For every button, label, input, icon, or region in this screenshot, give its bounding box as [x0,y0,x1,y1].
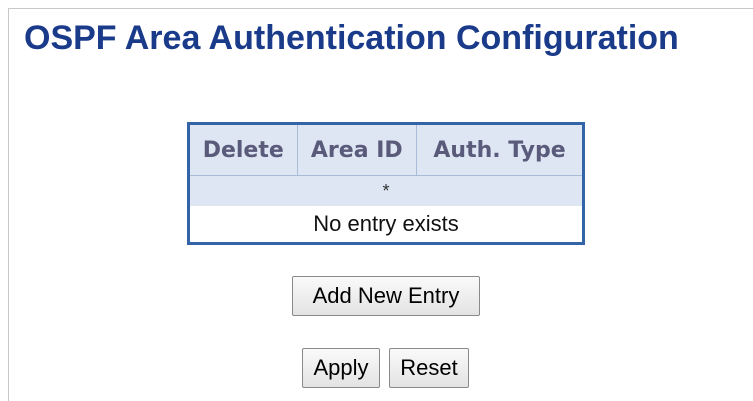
filter-marker: * [188,175,584,206]
area-auth-table: Delete Area ID Auth. Type * No entry exi… [187,122,585,245]
empty-message: No entry exists [188,206,584,244]
page-title: OSPF Area Authentication Configuration [24,19,679,57]
column-header-area-id: Area ID [296,123,418,176]
table-empty-row: No entry exists [188,206,584,244]
add-new-entry-button[interactable]: Add New Entry [292,276,480,316]
column-header-delete: Delete [188,123,298,176]
column-header-auth-type: Auth. Type [416,123,584,176]
apply-button[interactable]: Apply [302,348,380,388]
table-filter-row: * [188,175,584,206]
reset-button[interactable]: Reset [389,348,469,388]
table-header-row: Delete Area ID Auth. Type [188,123,584,176]
